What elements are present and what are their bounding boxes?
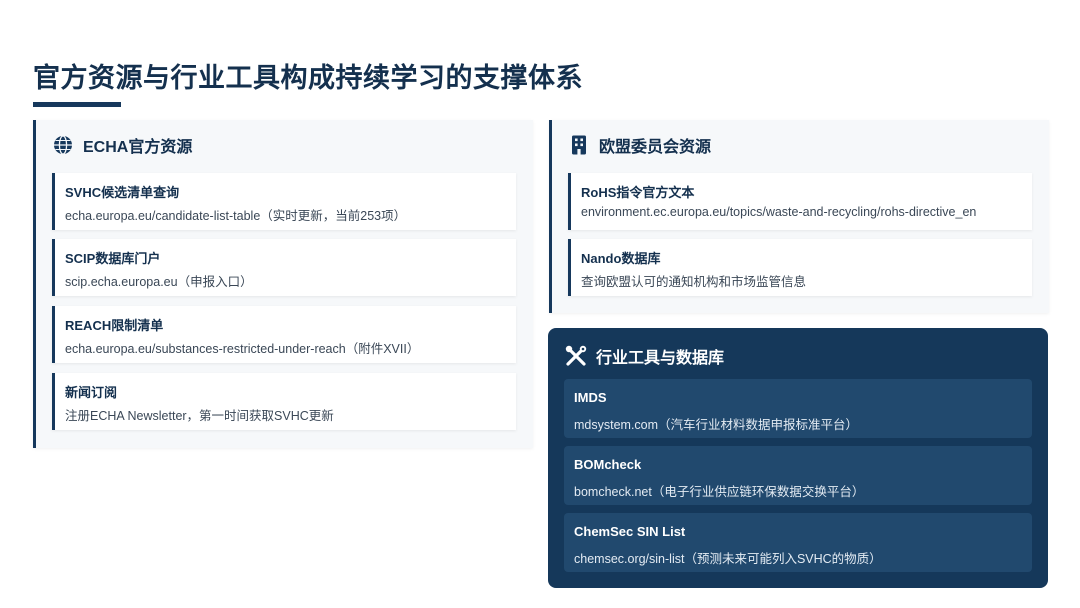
eu-item-rohs[interactable]: RoHS指令官方文本 environment.ec.europa.eu/topi… — [568, 173, 1032, 230]
item-description: bomcheck.net（电子行业供应链环保数据交换平台） — [574, 485, 865, 499]
item-title: REACH限制清单 — [65, 318, 164, 333]
tools-icon — [565, 345, 587, 367]
echa-card-title: ECHA官方资源 — [83, 139, 193, 156]
echa-item-svhc[interactable]: SVHC候选清单查询 echa.europa.eu/candidate-list… — [52, 173, 516, 230]
item-description: scip.echa.europa.eu（申报入口） — [65, 275, 253, 289]
echa-item-scip[interactable]: SCIP数据库门户 scip.echa.europa.eu（申报入口） — [52, 239, 516, 296]
eu-card-title: 欧盟委员会资源 — [599, 139, 712, 156]
item-description: chemsec.org/sin-list（预测未来可能列入SVHC的物质） — [574, 552, 882, 566]
globe-icon — [52, 134, 74, 156]
item-title: 新闻订阅 — [65, 385, 118, 400]
tools-panel-title: 行业工具与数据库 — [596, 350, 725, 367]
eu-item-nando[interactable]: Nando数据库 查询欧盟认可的通知机构和市场监管信息 — [568, 239, 1032, 296]
eu-card-header: 欧盟委员会资源 — [552, 120, 1049, 170]
item-description: 注册ECHA Newsletter，第一时间获取SVHC更新 — [65, 409, 334, 423]
tools-panel-header: 行业工具与数据库 — [548, 328, 1048, 384]
industry-tools-panel: 行业工具与数据库 IMDS mdsystem.com（汽车行业材料数据申报标准平… — [548, 328, 1048, 588]
page-title: 官方资源与行业工具构成持续学习的支撑体系 — [33, 63, 583, 93]
item-description: 查询欧盟认可的通知机构和市场监管信息 — [581, 275, 807, 289]
item-title: RoHS指令官方文本 — [581, 185, 695, 200]
echa-item-reach[interactable]: REACH限制清单 echa.europa.eu/substances-rest… — [52, 306, 516, 363]
item-title: SCIP数据库门户 — [65, 251, 161, 266]
item-description: echa.europa.eu/candidate-list-table（实时更新… — [65, 209, 407, 223]
tool-item-bomcheck[interactable]: BOMcheck bomcheck.net（电子行业供应链环保数据交换平台） — [564, 446, 1032, 505]
tool-item-imds[interactable]: IMDS mdsystem.com（汽车行业材料数据申报标准平台） — [564, 379, 1032, 438]
item-description: environment.ec.europa.eu/topics/waste-an… — [581, 205, 977, 219]
eu-commission-card: 欧盟委员会资源 RoHS指令官方文本 environment.ec.europa… — [549, 120, 1049, 313]
title-underline — [33, 102, 121, 107]
echa-item-newsletter[interactable]: 新闻订阅 注册ECHA Newsletter，第一时间获取SVHC更新 — [52, 373, 516, 430]
tool-item-chemsec[interactable]: ChemSec SIN List chemsec.org/sin-list（预测… — [564, 513, 1032, 572]
item-description: mdsystem.com（汽车行业材料数据申报标准平台） — [574, 418, 859, 432]
item-title: ChemSec SIN List — [574, 524, 686, 539]
item-title: SVHC候选清单查询 — [65, 185, 180, 200]
item-title: Nando数据库 — [581, 251, 661, 266]
item-title: BOMcheck — [574, 457, 642, 472]
echa-card-header: ECHA官方资源 — [36, 120, 533, 170]
item-description: echa.europa.eu/substances-restricted-und… — [65, 342, 420, 356]
building-icon — [568, 134, 590, 156]
item-title: IMDS — [574, 390, 607, 405]
echa-resources-card: ECHA官方资源 SVHC候选清单查询 echa.europa.eu/candi… — [33, 120, 533, 448]
